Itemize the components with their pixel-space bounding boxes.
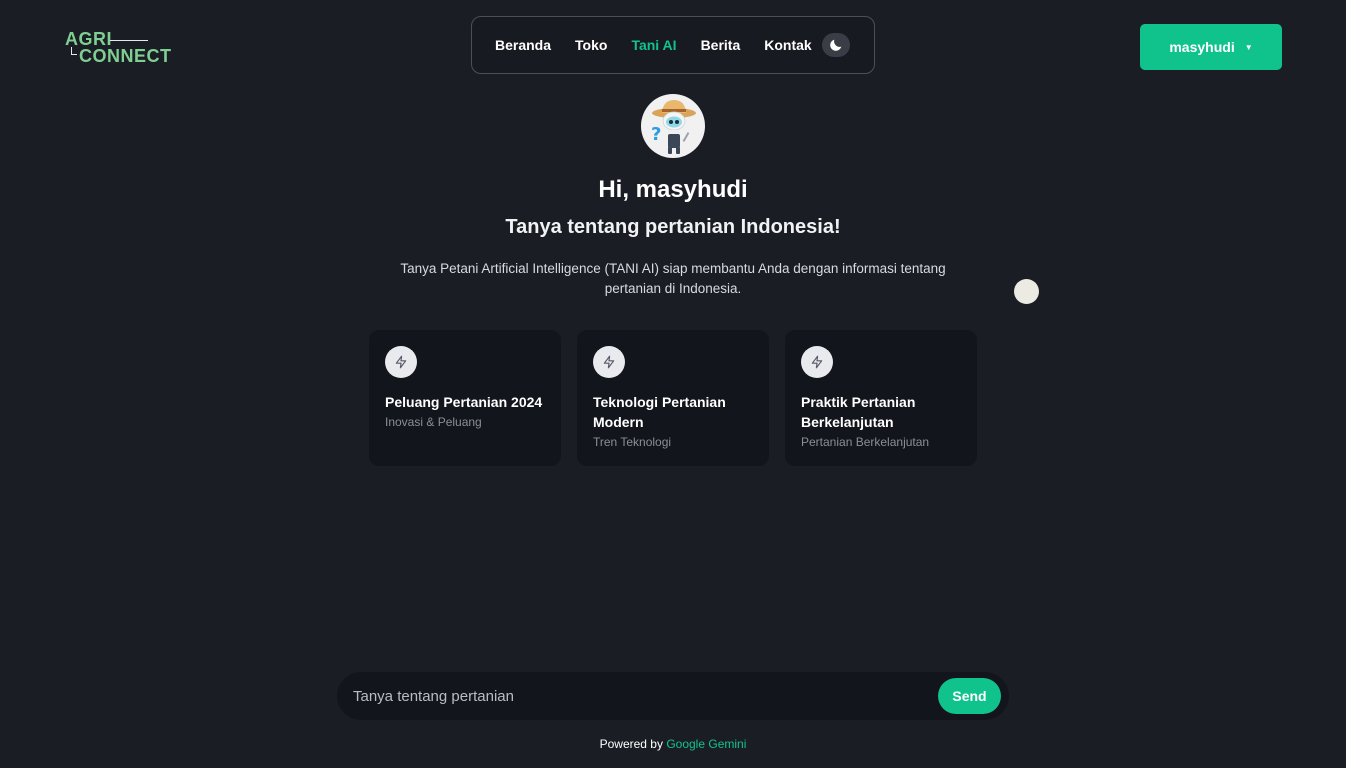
send-button[interactable]: Send <box>938 678 1001 714</box>
card-title: Praktik Pertanian Berkelanjutan <box>801 394 916 430</box>
suggestion-card[interactable]: Teknologi Pertanian Modern Tren Teknolog… <box>577 330 769 466</box>
chat-input[interactable] <box>353 672 933 720</box>
user-menu-button[interactable]: masyhudi ▼ <box>1140 24 1282 70</box>
card-subtitle: Tren Teknologi <box>593 435 672 449</box>
nav-item-toko[interactable]: Toko <box>575 37 607 53</box>
main-nav: Beranda Toko Tani AI Berita Kontak <box>471 16 875 74</box>
greeting-heading: Hi, masyhudi <box>598 176 748 203</box>
theme-toggle-button[interactable] <box>822 33 850 57</box>
nav-item-beranda[interactable]: Beranda <box>495 37 551 53</box>
nav-item-kontak[interactable]: Kontak <box>764 37 811 53</box>
card-subtitle: Inovasi & Peluang <box>385 415 482 429</box>
nav-item-tani-ai[interactable]: Tani AI <box>631 37 676 53</box>
lightning-icon <box>385 346 417 378</box>
card-title: Peluang Pertanian 2024 <box>385 394 543 410</box>
powered-by-footer: Powered by Google Gemini <box>0 737 1346 751</box>
logo-decoration <box>71 47 77 55</box>
nav-item-berita[interactable]: Berita <box>701 37 741 53</box>
svg-text:?: ? <box>651 124 661 145</box>
caret-down-icon: ▼ <box>1244 42 1253 52</box>
lightning-icon <box>801 346 833 378</box>
floating-dot <box>1014 279 1039 304</box>
agriconnect-logo[interactable]: AGRI CONNECT <box>65 29 180 67</box>
footer-prefix: Powered by <box>599 737 663 751</box>
suggestion-card[interactable]: Peluang Pertanian 2024 Inovasi & Peluang <box>369 330 561 466</box>
farmer-robot-avatar: ? <box>641 94 705 158</box>
footer-brand-link[interactable]: Google Gemini <box>666 737 746 751</box>
suggestion-card[interactable]: Praktik Pertanian Berkelanjutan Pertania… <box>785 330 977 466</box>
tani-ai-page: AGRI CONNECT Beranda Toko Tani AI Berita… <box>0 0 1346 768</box>
chat-input-bar: Send <box>337 672 1009 720</box>
page-description: Tanya Petani Artificial Intelligence (TA… <box>400 261 946 296</box>
moon-icon <box>830 39 842 51</box>
logo-text-connect: CONNECT <box>79 46 172 66</box>
card-title: Teknologi Pertanian Modern <box>593 394 726 430</box>
user-name: masyhudi <box>1169 39 1235 55</box>
card-subtitle: Pertanian Berkelanjutan <box>801 435 930 449</box>
page-subtitle: Tanya tentang pertanian Indonesia! <box>505 216 841 238</box>
logo-decoration <box>110 40 148 41</box>
lightning-icon <box>593 346 625 378</box>
